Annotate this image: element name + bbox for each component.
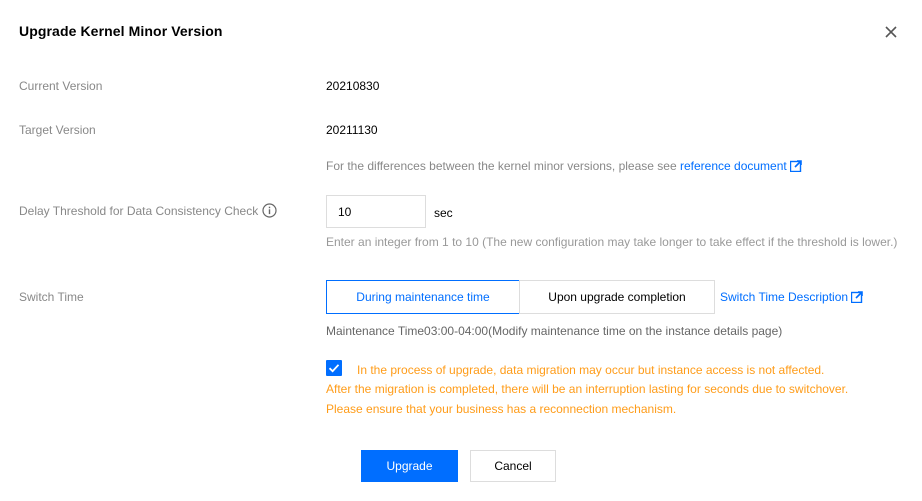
switch-time-description-link[interactable]: Switch Time Description	[720, 290, 863, 304]
option-upon-upgrade-completion[interactable]: Upon upgrade completion	[519, 280, 715, 314]
version-diff-hint-text: For the differences between the kernel m…	[326, 159, 680, 173]
current-version-value: 20210830	[326, 79, 380, 93]
reference-document-link[interactable]: reference document	[680, 159, 802, 173]
switch-time-label: Switch Time	[19, 290, 84, 304]
target-version-label: Target Version	[19, 123, 96, 137]
maintenance-time-note: Maintenance Time03:00-04:00(Modify maint…	[326, 324, 783, 338]
acknowledge-checkbox[interactable]	[326, 360, 342, 376]
target-version-value: 20211130	[326, 123, 378, 137]
external-link-icon	[851, 291, 863, 303]
version-diff-hint: For the differences between the kernel m…	[326, 159, 802, 173]
reference-document-link-text: reference document	[679, 159, 787, 173]
cancel-button[interactable]: Cancel	[470, 450, 556, 482]
info-icon[interactable]	[262, 203, 277, 218]
upgrade-warning-line2: After the migration is completed, there …	[326, 382, 849, 416]
upgrade-dialog: Upgrade Kernel Minor Version Current Ver…	[0, 0, 922, 501]
close-button[interactable]	[881, 22, 901, 42]
option-during-maintenance-time[interactable]: During maintenance time	[326, 280, 520, 314]
switch-time-description-link-text: Switch Time Description	[720, 290, 849, 304]
delay-threshold-label-text: Delay Threshold for Data Consistency Che…	[19, 204, 259, 218]
upgrade-button[interactable]: Upgrade	[361, 450, 458, 482]
delay-threshold-input[interactable]	[326, 195, 426, 228]
delay-threshold-unit: sec	[434, 206, 453, 220]
close-icon	[885, 26, 897, 38]
delay-threshold-label: Delay Threshold for Data Consistency Che…	[19, 203, 277, 218]
upgrade-warning-line1: In the process of upgrade, data migratio…	[357, 363, 825, 377]
dialog-title: Upgrade Kernel Minor Version	[19, 23, 223, 39]
external-link-icon	[789, 160, 802, 172]
switch-time-selector: During maintenance time Upon upgrade com…	[326, 280, 715, 314]
checkmark-icon	[328, 364, 340, 373]
delay-threshold-hint: Enter an integer from 1 to 10 (The new c…	[326, 235, 898, 249]
current-version-label: Current Version	[19, 79, 103, 93]
